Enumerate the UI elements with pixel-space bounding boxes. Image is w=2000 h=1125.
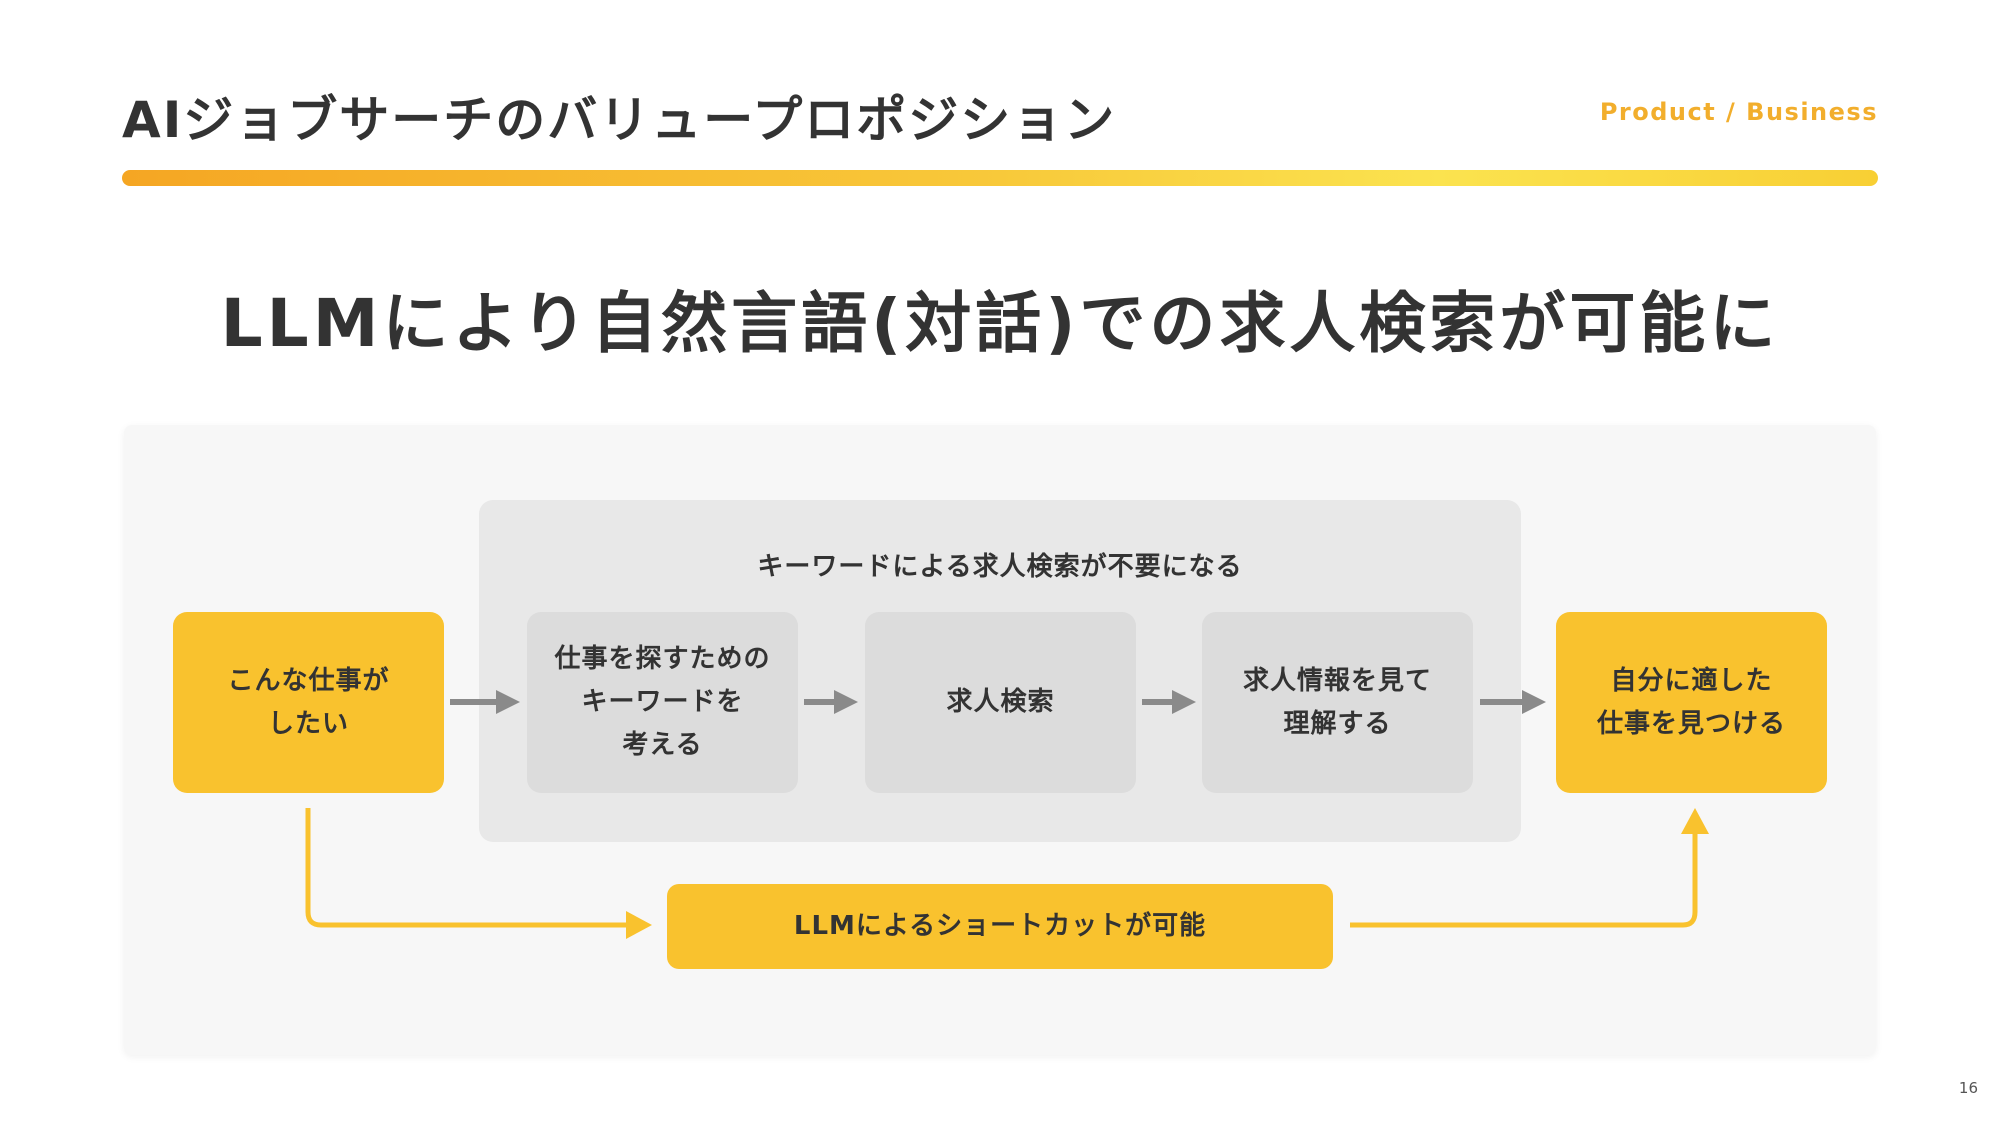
arrow-right-icon	[804, 690, 858, 714]
arrow-right-icon	[1142, 690, 1196, 714]
connectors	[305, 690, 1709, 939]
arrow-right-icon	[1480, 690, 1546, 714]
page-number: 16	[1958, 1079, 1978, 1097]
arrow-connector-icon	[305, 808, 652, 939]
arrow-right-icon	[450, 690, 520, 714]
arrow-connector-icon	[1350, 808, 1709, 928]
